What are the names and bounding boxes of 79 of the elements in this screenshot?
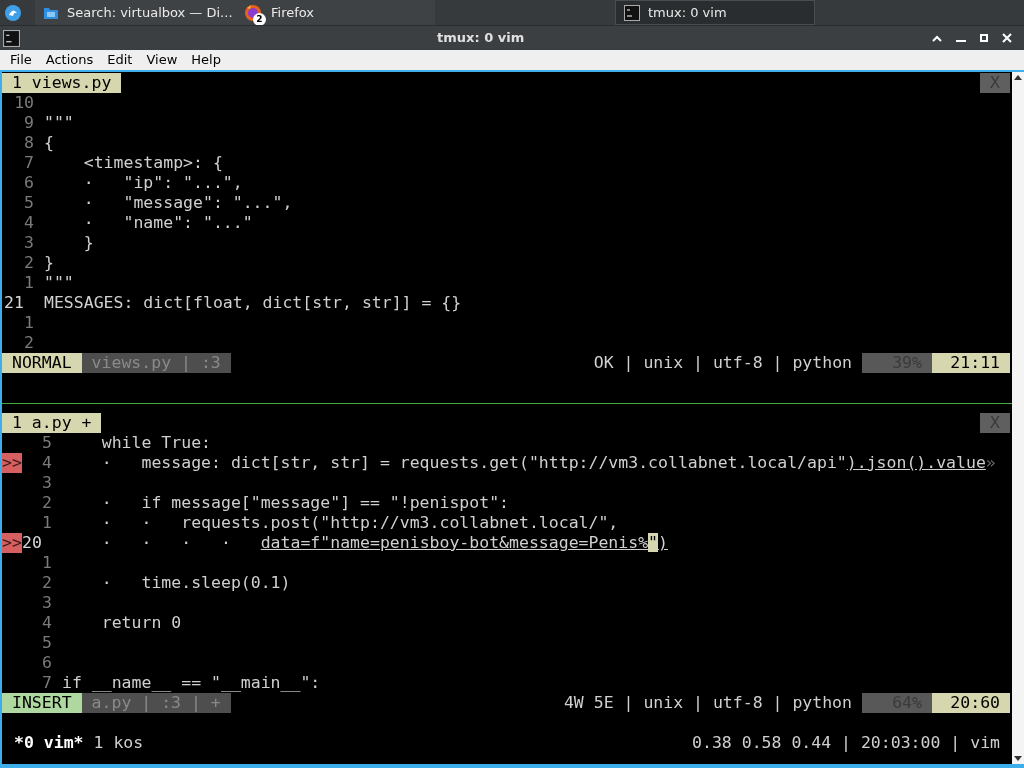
browser-icon (243, 2, 263, 23)
scroll-up-icon[interactable] (1014, 75, 1022, 80)
menu-item[interactable]: Help (184, 50, 228, 70)
active-window-tab[interactable]: *0 vim* (14, 733, 84, 753)
mode-indicator: NORMAL (2, 353, 82, 373)
line-number: 2 (23, 253, 34, 273)
code-line: { (44, 133, 54, 153)
line-number: 2 (23, 333, 34, 353)
line-number: 3 (23, 233, 34, 253)
menu-item[interactable]: Actions (38, 50, 101, 70)
menu-item[interactable]: View (139, 50, 185, 70)
menu-item[interactable]: Edit (100, 50, 140, 70)
line-number: 6 (41, 653, 52, 673)
code-line: <timestamp>: { (82, 153, 223, 173)
file-info: views.py | :3 (81, 353, 231, 373)
file-info: a.py | :3 | + (81, 693, 231, 713)
line-number: 4 (41, 613, 52, 633)
line-number: 7 (41, 673, 52, 693)
line-number: 2 (41, 493, 52, 513)
code-line: · if message["message"] == "!penispot": (100, 493, 510, 513)
line-number: 3 (41, 473, 52, 493)
taskbar-button[interactable]: Search: virtualbox — Di... (35, 0, 235, 25)
line-number: 5 (23, 193, 34, 213)
line-number: 21 (4, 293, 25, 313)
code-line: · message: dict[str, str] = requests.get("http://vm3.collabnet.local/api").json().value» (100, 453, 996, 473)
buffer-tab[interactable]: 1 a.py + (2, 413, 102, 433)
window-title: tmux: 0 vim (437, 29, 525, 48)
line-number: 20 (22, 533, 43, 553)
line-number: 10 (13, 93, 34, 113)
line-number: 1 (41, 513, 52, 533)
code-line: · "name": "..." (82, 213, 253, 233)
folder-icon (43, 5, 59, 20)
line-number: 3 (41, 593, 52, 613)
maximize-icon[interactable] (980, 34, 988, 42)
cursor-position: 21:11 (932, 353, 1010, 373)
code-line: """ (44, 273, 74, 293)
sign-marker: >> (2, 533, 22, 553)
cursor-position: 20:60 (932, 693, 1010, 713)
line-number: 4 (41, 453, 52, 473)
line-number: 2 (41, 573, 52, 593)
menu-item[interactable]: File (3, 50, 39, 70)
mode-indicator: INSERT (2, 693, 82, 713)
line-number: 1 (41, 553, 52, 573)
code-line: } (44, 253, 54, 273)
line-number: 5 (41, 633, 52, 653)
terminal-icon (624, 4, 640, 21)
tmux-status-info: 0.38 0.58 0.44 | 20:03:00 | vim (692, 733, 1000, 753)
line-number: 4 (23, 213, 34, 233)
code-line: · · requests.post("http://vm3.collabnet.local/", (100, 513, 619, 533)
code-line: """ (44, 113, 74, 133)
scroll-down-icon[interactable] (1014, 756, 1022, 761)
code-line: · · · · data=f"name=penisboy-bot&message=Penis%") (100, 533, 668, 553)
line-number: 8 (23, 133, 34, 153)
file-details: 4W 5E | unix | utf-8 | python (563, 693, 853, 713)
buffer-tab[interactable]: 1 views.py (2, 73, 122, 93)
code-line: MESSAGES: dict[float, dict[str, str]] = {} (44, 293, 462, 313)
code-line: if __name__ == "__main__": (62, 673, 321, 693)
close-icon[interactable] (1002, 33, 1012, 43)
code-line: · "message": "...", (82, 193, 293, 213)
line-number: 7 (23, 153, 34, 173)
code-line: · "ip": "...", (82, 173, 243, 193)
terminal-icon (3, 29, 20, 47)
launcher-icon[interactable] (5, 5, 21, 21)
line-number: 6 (23, 173, 34, 193)
scrollbar[interactable] (1012, 72, 1024, 764)
line-number: 5 (41, 433, 52, 453)
code-line: return 0 (100, 613, 182, 633)
line-number: 1 (23, 273, 34, 293)
line-number: 1 (23, 313, 34, 333)
file-details: OK | unix | utf-8 | python (593, 353, 853, 373)
code-line: while True: (100, 433, 211, 453)
chevron-up-icon[interactable] (932, 34, 942, 42)
window-tab[interactable]: 1 kos (93, 733, 144, 753)
taskbar-button[interactable]: 2 Firefox (235, 0, 435, 25)
taskbar-button[interactable]: tmux: 0 vim (615, 0, 815, 25)
code-line: · time.sleep(0.1) (100, 573, 291, 593)
code-line: } (82, 233, 94, 253)
sign-marker: >> (2, 453, 22, 473)
line-number: 9 (23, 113, 34, 133)
